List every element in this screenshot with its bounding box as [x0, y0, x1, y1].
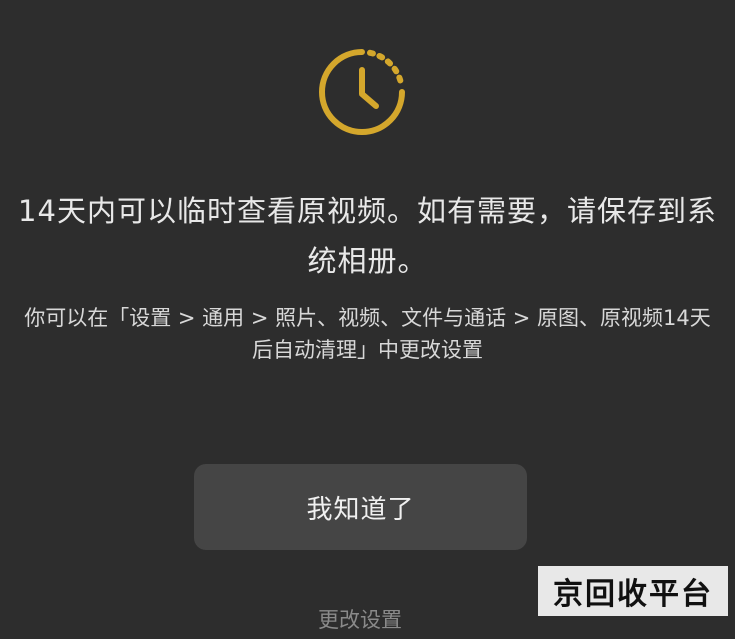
notice-dialog: 14天内可以临时查看原视频。如有需要，请保存到系统相册。 你可以在「设置 > 通…: [0, 0, 735, 639]
watermark-label: 京回收平台: [538, 566, 728, 616]
ok-button[interactable]: 我知道了: [194, 464, 527, 550]
dialog-description: 你可以在「设置 > 通用 > 照片、视频、文件与通话 > 原图、原视频14天后自…: [24, 306, 711, 362]
clock-icon: [319, 49, 405, 135]
change-settings-link[interactable]: 更改设置: [260, 604, 460, 634]
dialog-headline: 14天内可以临时查看原视频。如有需要，请保存到系统相册。: [18, 194, 717, 278]
